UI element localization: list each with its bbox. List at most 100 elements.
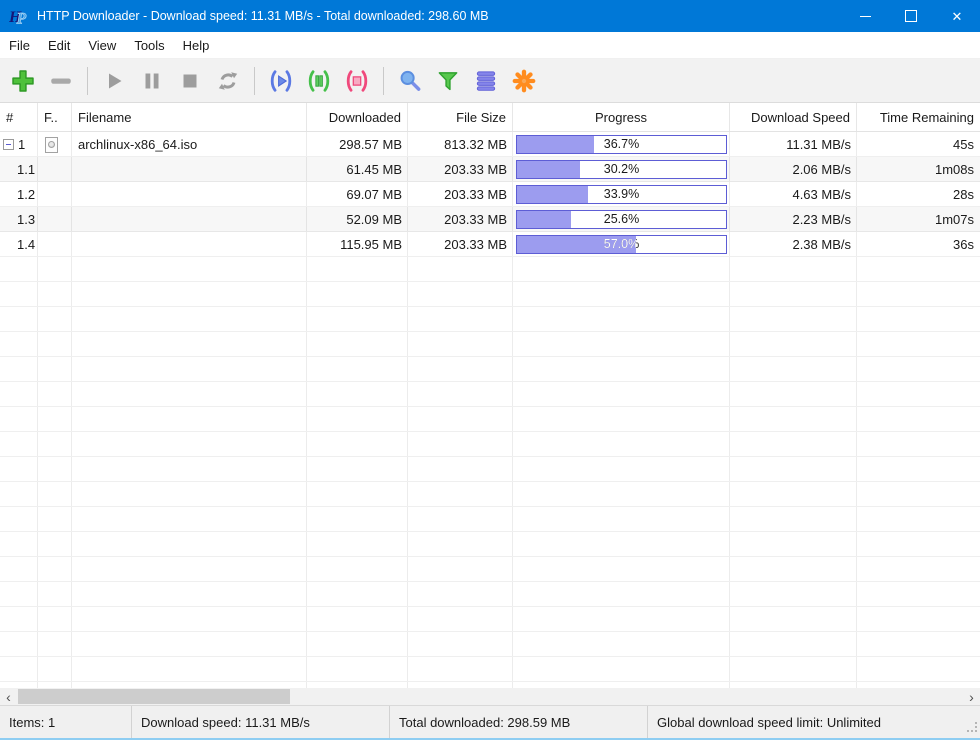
stop-queue-button[interactable] (340, 64, 374, 98)
window-title: HTTP Downloader - Download speed: 11.31 … (37, 9, 489, 23)
scrollbar-thumb[interactable] (18, 689, 290, 704)
time-remaining-cell: 36s (953, 237, 974, 252)
download-list[interactable]: 1 archlinux-x86_64.iso 298.57 MB 813.32 … (0, 132, 980, 688)
restart-download-button[interactable] (211, 64, 245, 98)
downloaded-cell: 52.09 MB (346, 212, 402, 227)
bracket-pause-icon (308, 69, 330, 92)
search-icon (400, 70, 421, 91)
settings-icon (512, 69, 536, 92)
progress-bar: 57.0% 57.0% (516, 235, 727, 254)
downloaded-cell: 61.45 MB (346, 162, 402, 177)
menu-bar: File Edit View Tools Help (0, 32, 980, 59)
settings-button[interactable] (507, 64, 541, 98)
table-header: # F.. Filename Downloaded File Size Prog… (0, 103, 980, 132)
bracket-play-icon (270, 69, 292, 92)
column-header-file-size[interactable]: File Size (408, 103, 513, 131)
scroll-left-arrow-icon[interactable]: ‹ (0, 688, 17, 705)
time-remaining-cell: 45s (953, 137, 974, 152)
menu-edit[interactable]: Edit (39, 32, 79, 58)
minimize-icon (859, 15, 871, 17)
title-bar[interactable]: H P HTTP Downloader - Download speed: 11… (0, 0, 980, 32)
table-row-part-1-3[interactable]: 1.3 52.09 MB 203.33 MB 25.6% 25.6% 2.23 … (0, 207, 980, 232)
menu-help[interactable]: Help (174, 32, 219, 58)
progress-bar: 25.6% 25.6% (516, 210, 727, 229)
download-speed-cell: 4.63 MB/s (792, 187, 851, 202)
file-size-cell: 813.32 MB (444, 137, 507, 152)
download-speed-cell: 2.06 MB/s (792, 162, 851, 177)
column-header-filetype[interactable]: F.. (38, 103, 72, 131)
menu-file[interactable]: File (0, 32, 39, 58)
filename-cell (72, 182, 307, 207)
menu-tools[interactable]: Tools (125, 32, 173, 58)
scroll-right-arrow-icon[interactable]: › (963, 688, 980, 705)
svg-text:P: P (17, 11, 27, 27)
add-download-button[interactable] (6, 64, 40, 98)
table-row-part-1-2[interactable]: 1.2 69.07 MB 203.33 MB 33.9% 33.9% 4.63 … (0, 182, 980, 207)
queue-list-button[interactable] (469, 64, 503, 98)
column-header-progress[interactable]: Progress (513, 103, 730, 131)
row-number: 1.1 (17, 162, 36, 177)
column-header-downloaded[interactable]: Downloaded (307, 103, 408, 131)
window-controls: ✕ (842, 0, 980, 32)
close-button[interactable]: ✕ (934, 0, 980, 32)
row-number: 1.3 (17, 212, 36, 227)
file-size-cell: 203.33 MB (444, 212, 507, 227)
table-row-download-1[interactable]: 1 archlinux-x86_64.iso 298.57 MB 813.32 … (0, 132, 980, 157)
pause-download-button[interactable] (135, 64, 169, 98)
search-button[interactable] (393, 64, 427, 98)
status-bar: Items: 1 Download speed: 11.31 MB/s Tota… (0, 705, 980, 738)
table-row-part-1-4[interactable]: 1.4 115.95 MB 203.33 MB 57.0% 57.0% 2.38… (0, 232, 980, 257)
filename-cell (72, 157, 307, 182)
restart-icon (218, 71, 238, 90)
pause-icon (145, 73, 159, 88)
toolbar-separator (87, 66, 88, 95)
status-download-speed: Download speed: 11.31 MB/s (132, 706, 390, 738)
column-header-filename[interactable]: Filename (72, 103, 307, 131)
row-number: 1 (18, 137, 26, 152)
horizontal-scrollbar[interactable]: ‹ › (0, 688, 980, 705)
file-icon (45, 136, 58, 153)
filename-cell (72, 207, 307, 232)
resize-grip-icon[interactable] (967, 721, 978, 736)
file-size-cell: 203.33 MB (444, 162, 507, 177)
column-header-download-speed[interactable]: Download Speed (730, 103, 857, 131)
close-icon: ✕ (951, 8, 963, 24)
menu-view[interactable]: View (79, 32, 125, 58)
collapse-toggle-icon[interactable] (3, 139, 14, 150)
filter-icon (438, 71, 458, 90)
minus-icon (51, 78, 71, 84)
row-number: 1.2 (17, 187, 36, 202)
stop-download-button[interactable] (173, 64, 207, 98)
downloaded-cell: 69.07 MB (346, 187, 402, 202)
download-speed-cell: 2.23 MB/s (792, 212, 851, 227)
remove-download-button[interactable] (44, 64, 78, 98)
start-queue-button[interactable] (264, 64, 298, 98)
maximize-button[interactable] (888, 0, 934, 32)
filename-cell: archlinux-x86_64.iso (78, 137, 198, 152)
bracket-stop-icon (346, 69, 368, 92)
downloaded-cell: 115.95 MB (340, 237, 402, 252)
status-items-count: Items: 1 (0, 706, 132, 738)
column-header-time-remaining[interactable]: Time Remaining (857, 103, 980, 131)
download-speed-cell: 2.38 MB/s (792, 237, 851, 252)
plus-icon (12, 69, 34, 92)
filter-button[interactable] (431, 64, 465, 98)
toolbar-separator (383, 66, 384, 95)
downloaded-cell: 298.57 MB (339, 137, 402, 152)
stop-icon (183, 74, 197, 87)
start-download-button[interactable] (97, 64, 131, 98)
row-number: 1.4 (17, 237, 36, 252)
filename-cell (72, 232, 307, 257)
table-row-part-1-1[interactable]: 1.1 61.45 MB 203.33 MB 30.2% 30.2% 2.06 … (0, 157, 980, 182)
download-speed-cell: 11.31 MB/s (786, 137, 851, 152)
maximize-icon (905, 10, 917, 22)
toolbar (0, 59, 980, 103)
progress-bar: 36.7% 36.7% (516, 135, 727, 154)
column-header-number[interactable]: # (0, 103, 38, 131)
pause-queue-button[interactable] (302, 64, 336, 98)
file-size-cell: 203.33 MB (444, 237, 507, 252)
file-size-cell: 203.33 MB (444, 187, 507, 202)
time-remaining-cell: 1m07s (934, 212, 974, 227)
minimize-button[interactable] (842, 0, 888, 32)
time-remaining-cell: 1m08s (934, 162, 974, 177)
